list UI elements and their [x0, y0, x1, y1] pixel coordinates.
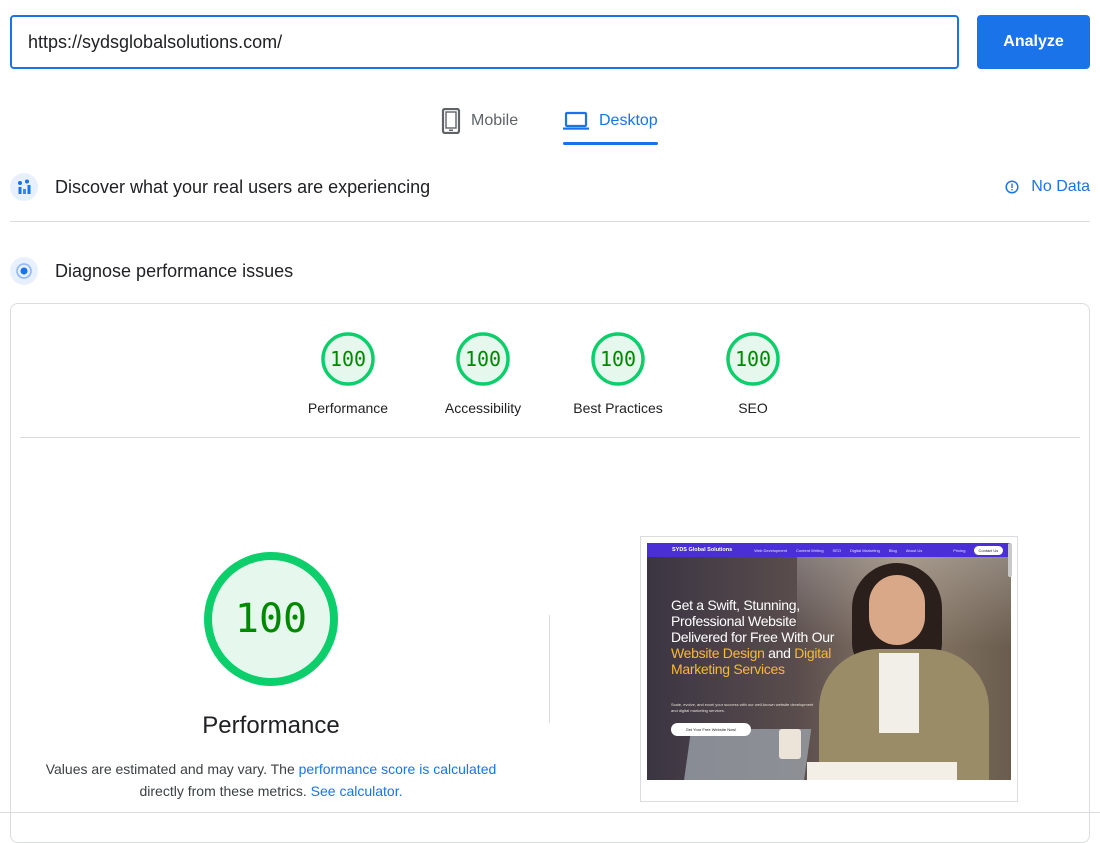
field-data-section: Discover what your real users are experi… [10, 170, 1090, 204]
screenshot-nav-links: Web Development Content Writing SEO Digi… [754, 548, 922, 553]
hero-cta-button: Get Your Free Website Now! [671, 723, 751, 736]
note-prefix: Values are estimated and may vary. The [45, 761, 299, 777]
vertical-separator [549, 615, 550, 723]
hero-notebook [807, 762, 957, 780]
screenshot-nav-link: SEO [832, 547, 841, 553]
gauge-seo[interactable]: 100 SEO [698, 332, 808, 416]
phone-icon [441, 108, 461, 134]
performance-big-gauge: 100 [203, 551, 339, 687]
gauge-score: 100 [464, 347, 502, 371]
screenshot-pricing: Pricing [953, 547, 966, 553]
tab-mobile-label: Mobile [471, 112, 519, 129]
hero-headline-highlight: Website Design [671, 645, 765, 661]
screenshot-navbar: SYDS Global Solutions Web Development Co… [647, 543, 1011, 557]
gauge-ring: 100 [726, 332, 780, 386]
screenshot-scrollbar [1008, 543, 1012, 577]
performance-note: Values are estimated and may vary. The p… [41, 758, 501, 802]
lighthouse-report-card: 100 Performance 100 Accessibility 100 Be… [10, 303, 1090, 843]
tab-desktop-label: Desktop [599, 112, 658, 129]
no-data-link[interactable]: No Data [1005, 170, 1090, 204]
tab-mobile[interactable]: Mobile [441, 98, 518, 144]
screenshot-nav-link: Web Development [754, 547, 788, 553]
gauge-ring: 100 [591, 332, 645, 386]
hero-headline-part: and [764, 645, 795, 661]
analyze-button[interactable]: Analyze [977, 15, 1090, 69]
performance-title: Performance [202, 712, 340, 739]
no-data-label: No Data [1031, 178, 1090, 195]
gauge-score: 100 [329, 347, 367, 371]
hero-headline-part: Get a Swift, Stunning, Professional Webs… [671, 597, 835, 645]
gauge-label: Performance [307, 400, 389, 416]
info-icon [1005, 180, 1019, 194]
gauge-label: SEO [738, 400, 768, 416]
hero-person-shirt [879, 653, 919, 733]
laptop-icon [563, 111, 589, 130]
screenshot-nav-link: Blog [888, 547, 897, 553]
screenshot-nav-link: Content Writing [796, 547, 824, 553]
diagnose-title: Diagnose performance issues [55, 260, 294, 281]
screenshot-nav-link: About Us [905, 547, 923, 553]
hero-headline: Get a Swift, Stunning, Professional Webs… [671, 597, 851, 677]
section-divider [10, 221, 1090, 222]
url-input[interactable] [10, 15, 959, 69]
screenshot-nav-link: Digital Marketing [850, 547, 880, 553]
device-tabs: Mobile Desktop [0, 98, 1100, 148]
gauge-ring: 100 [456, 332, 510, 386]
gauge-score: 100 [734, 347, 772, 371]
performance-score: 100 [234, 596, 308, 642]
gauge-ring: 100 [321, 332, 375, 386]
hero-cup [779, 729, 801, 759]
gauge-accessibility[interactable]: 100 Accessibility [428, 332, 538, 416]
diagnose-section: Diagnose performance issues [10, 254, 1090, 288]
gauge-performance[interactable]: 100 Performance [293, 332, 403, 416]
gauge-best-practices[interactable]: 100 Best Practices [563, 332, 673, 416]
tab-selected-indicator [563, 142, 658, 145]
tab-desktop[interactable]: Desktop [563, 98, 658, 144]
see-calculator-link[interactable]: See calculator. [311, 783, 403, 799]
gauge-score: 100 [599, 347, 637, 371]
screenshot-hero: Get a Swift, Stunning, Professional Webs… [647, 557, 1011, 780]
users-chart-icon [10, 173, 38, 201]
card-divider [20, 437, 1080, 438]
gauge-label: Best Practices [573, 400, 663, 416]
diagnose-icon [10, 257, 38, 285]
page-screenshot: SYDS Global Solutions Web Development Co… [640, 536, 1018, 802]
hero-person-face [869, 575, 925, 645]
note-middle: directly from these metrics. [139, 783, 311, 799]
field-data-title: Discover what your real users are experi… [55, 176, 431, 197]
gauge-label: Accessibility [444, 400, 522, 416]
score-calculated-link[interactable]: performance score is calculated [299, 761, 497, 777]
screenshot-brand: SYDS Global Solutions [672, 547, 733, 553]
screenshot-contact-button: Contact Us [973, 545, 1004, 555]
hero-subtext: Scale, evolve, and excel your success wi… [671, 702, 814, 713]
